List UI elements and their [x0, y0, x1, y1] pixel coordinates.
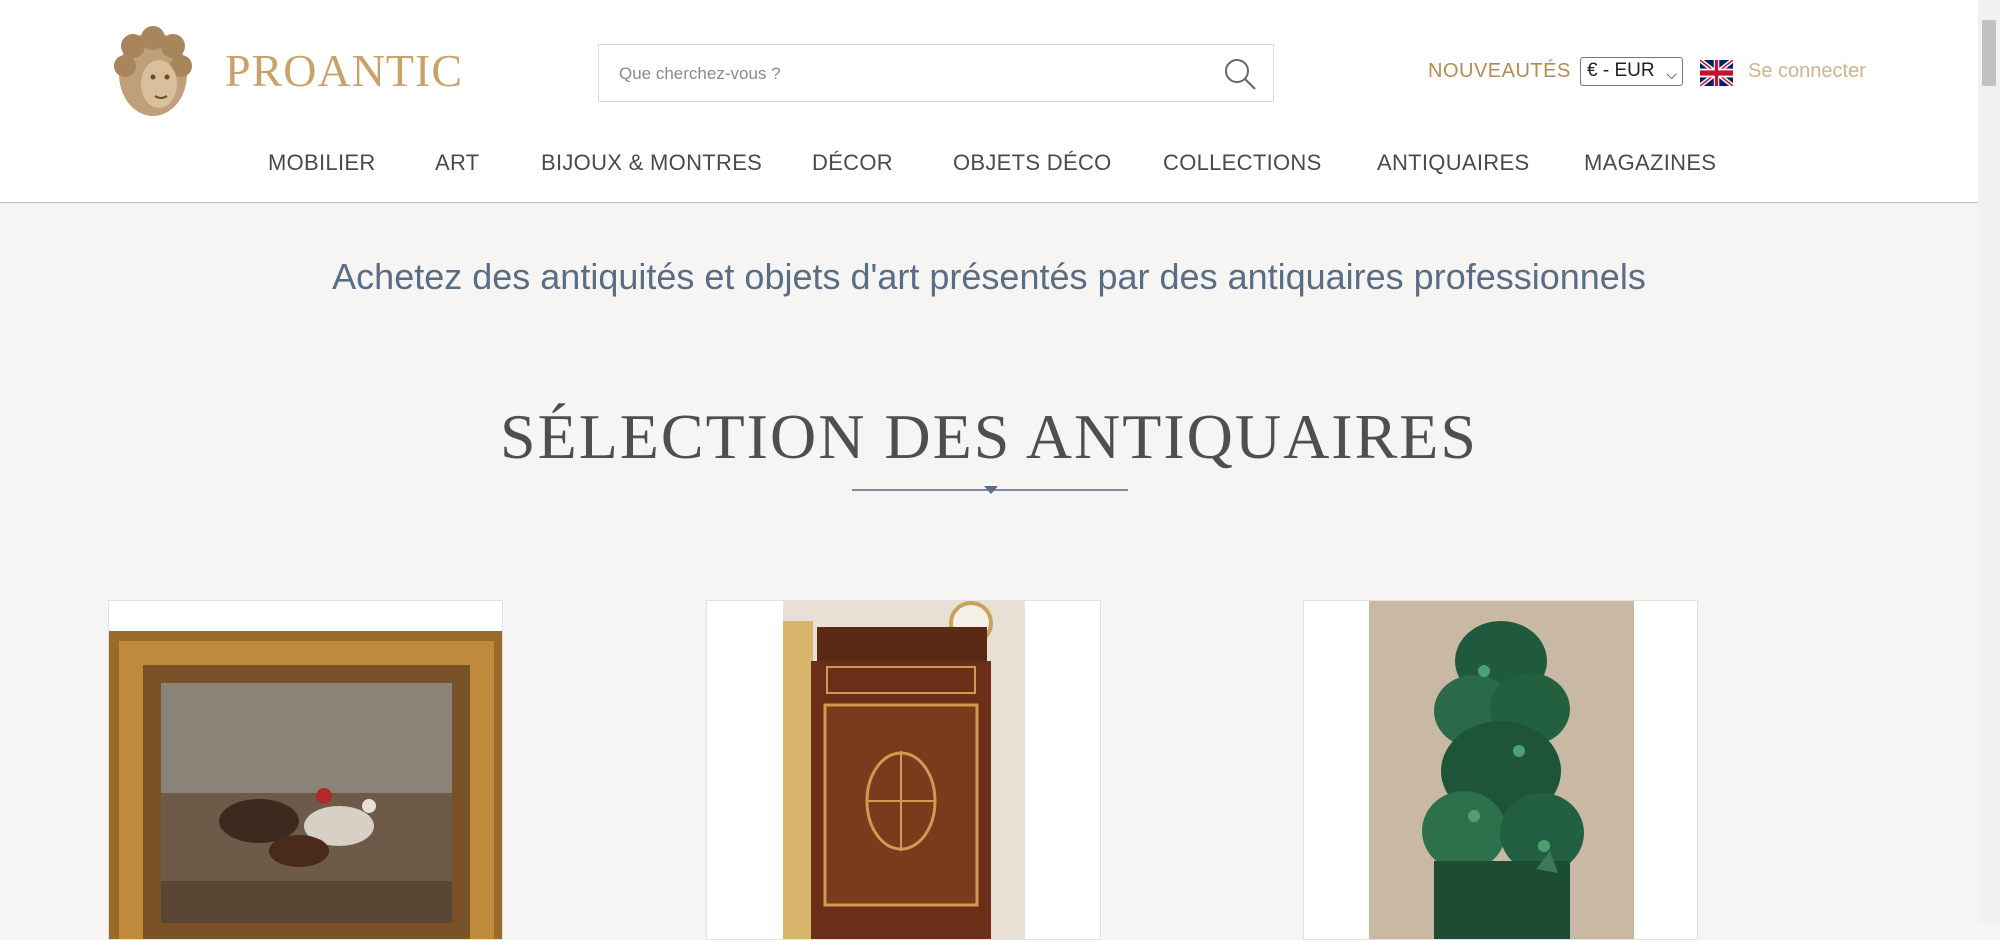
product-card-sculpture[interactable]: [1303, 600, 1698, 940]
currency-select[interactable]: € - EUR ⌵: [1580, 57, 1683, 86]
logo-text: PROANTIC: [225, 45, 464, 96]
nav-item-collections[interactable]: COLLECTIONS: [1163, 150, 1322, 176]
page-tagline: Achetez des antiquités et objets d'art p…: [332, 256, 1646, 297]
product-card-painting[interactable]: [108, 600, 503, 940]
nav-item-objets-deco[interactable]: OBJETS DÉCO: [953, 150, 1112, 176]
uk-flag-icon[interactable]: [1700, 60, 1733, 86]
login-link[interactable]: Se connecter: [1748, 60, 1866, 83]
cabinet-image: [707, 601, 1100, 939]
divider-ornament: [984, 486, 998, 494]
painting-image: [109, 601, 502, 939]
chevron-down-icon: ⌵: [1666, 66, 1677, 82]
currency-value: € - EUR: [1587, 60, 1655, 81]
nav-item-magazines[interactable]: MAGAZINES: [1584, 150, 1716, 176]
site-header: PROANTIC NOUVEAUTÉS € - EUR ⌵ Se connect…: [0, 0, 1978, 203]
nav-item-bijoux-montres[interactable]: BIJOUX & MONTRES: [541, 150, 762, 176]
main-nav: MOBILIER ART BIJOUX & MONTRES DÉCOR OBJE…: [108, 124, 1848, 202]
scrollbar-thumb[interactable]: [1982, 20, 1996, 86]
antique-selection-grid: [108, 600, 1848, 940]
search-icon[interactable]: [1223, 57, 1257, 91]
page-scrollbar[interactable]: [1978, 0, 2000, 923]
product-card-cabinet[interactable]: [706, 600, 1101, 940]
logo-head-icon: [114, 26, 192, 116]
sculpture-image: [1304, 601, 1697, 939]
nav-item-mobilier[interactable]: MOBILIER: [268, 150, 376, 176]
nav-item-art[interactable]: ART: [435, 150, 480, 176]
search-input[interactable]: [617, 45, 1201, 103]
site-logo[interactable]: PROANTIC: [109, 22, 462, 122]
section-title: SÉLECTION DES ANTIQUAIRES: [500, 401, 1478, 472]
search-bar: [598, 44, 1274, 103]
nouveautes-link[interactable]: NOUVEAUTÉS: [1428, 60, 1571, 83]
nav-item-decor[interactable]: DÉCOR: [812, 150, 893, 176]
nav-item-antiquaires[interactable]: ANTIQUAIRES: [1377, 150, 1529, 176]
